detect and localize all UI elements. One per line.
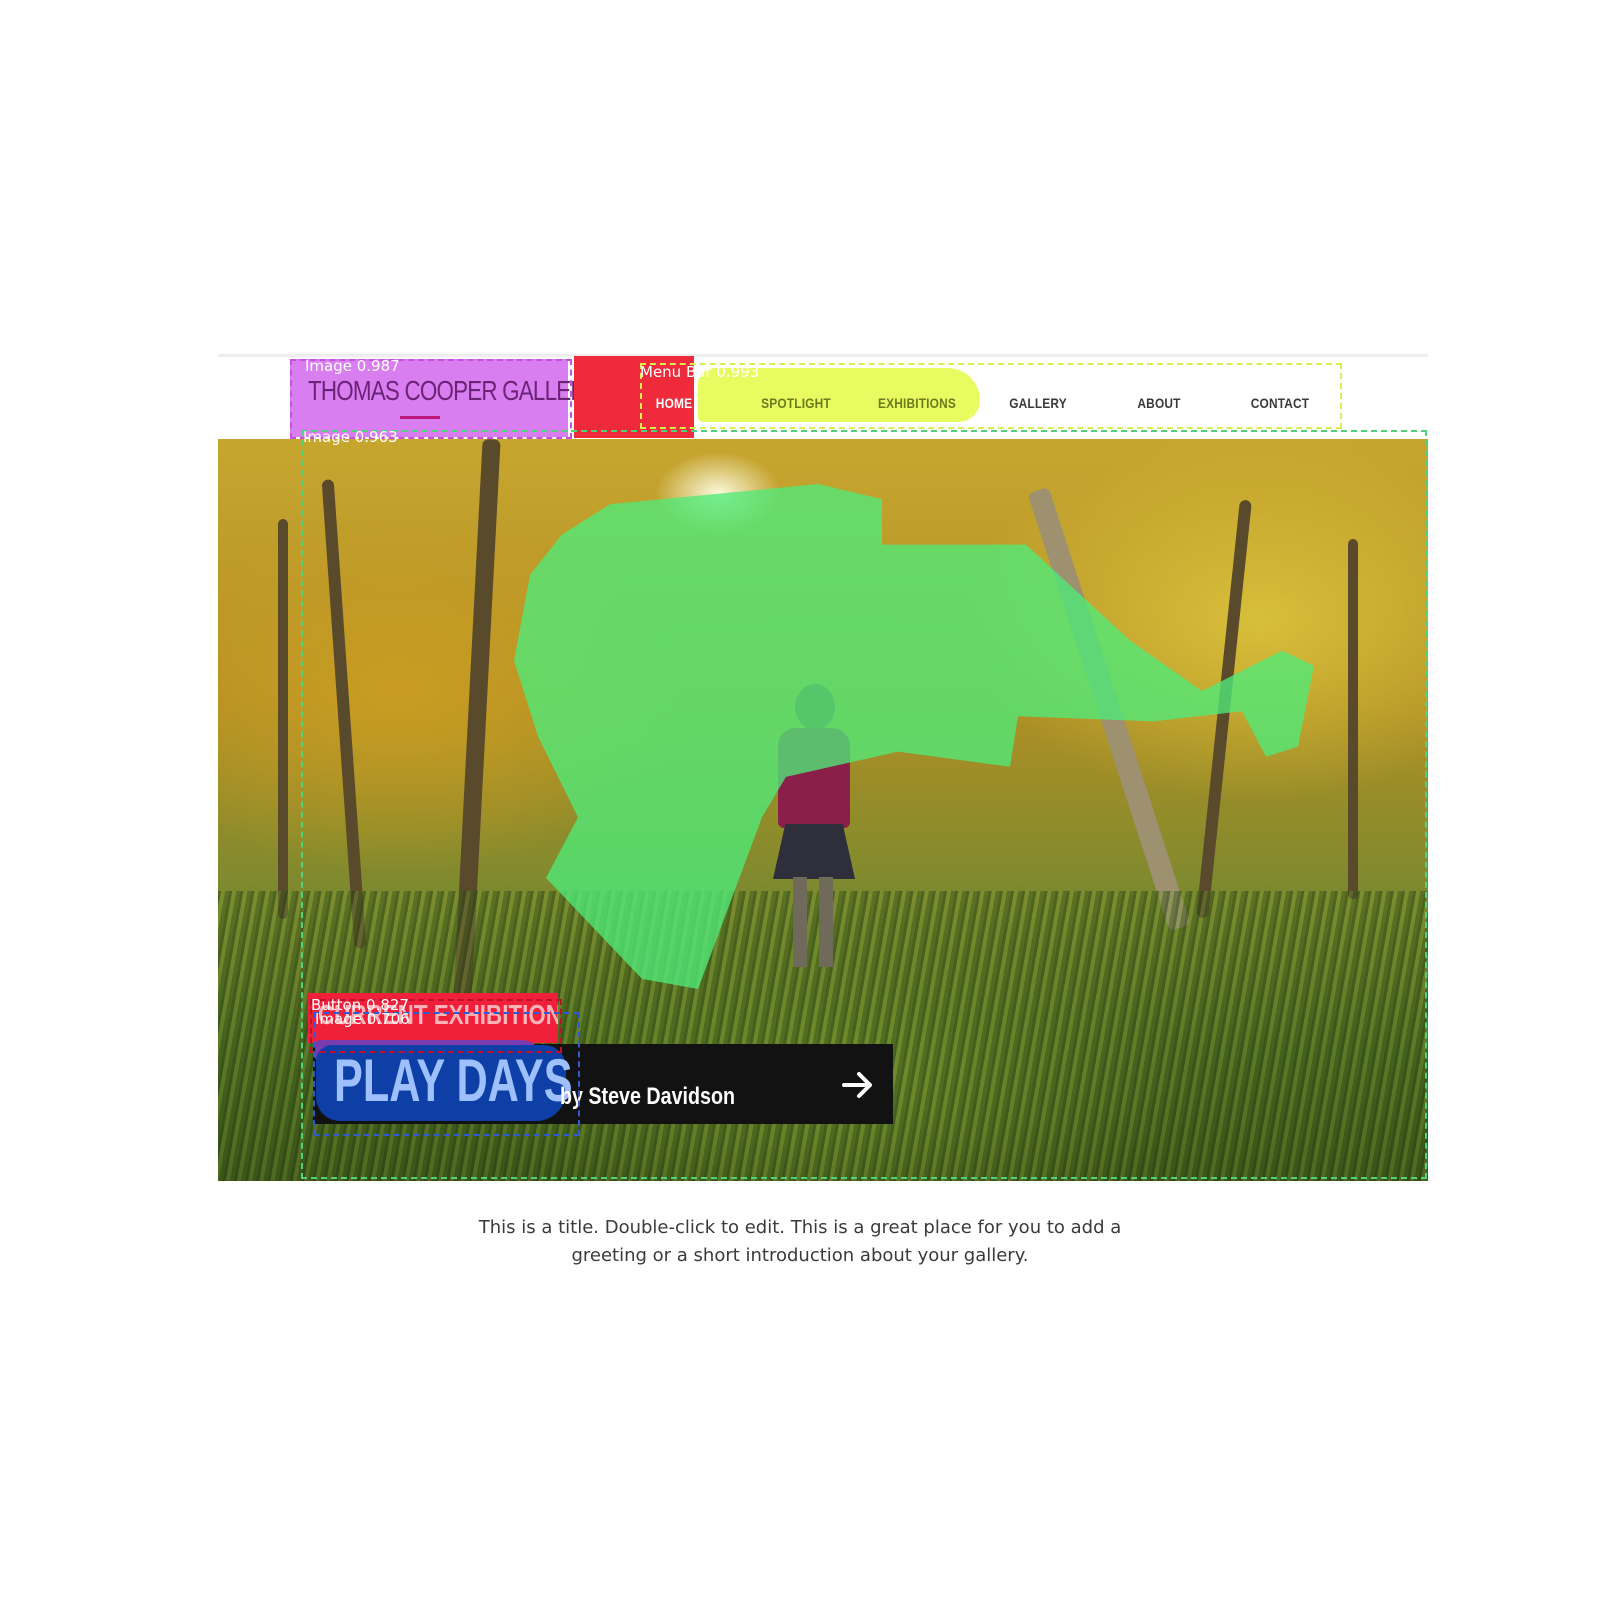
detection-label-title: Image 0.706 <box>315 1010 410 1028</box>
detection-label-logo: Image 0.987 <box>305 357 400 375</box>
intro-line-2: greeting or a short introduction about y… <box>571 1245 1029 1266</box>
detection-label-menu: Menu Bar 0.993 <box>640 363 760 381</box>
detection-box-title <box>313 1012 580 1136</box>
intro-paragraph: This is a title. Double-click to edit. T… <box>460 1214 1140 1266</box>
tree-trunk <box>278 519 288 919</box>
detection-label-hero: Image 0.963 <box>303 428 398 446</box>
intro-line-1: This is a title. Double-click to edit. T… <box>478 1217 1122 1238</box>
